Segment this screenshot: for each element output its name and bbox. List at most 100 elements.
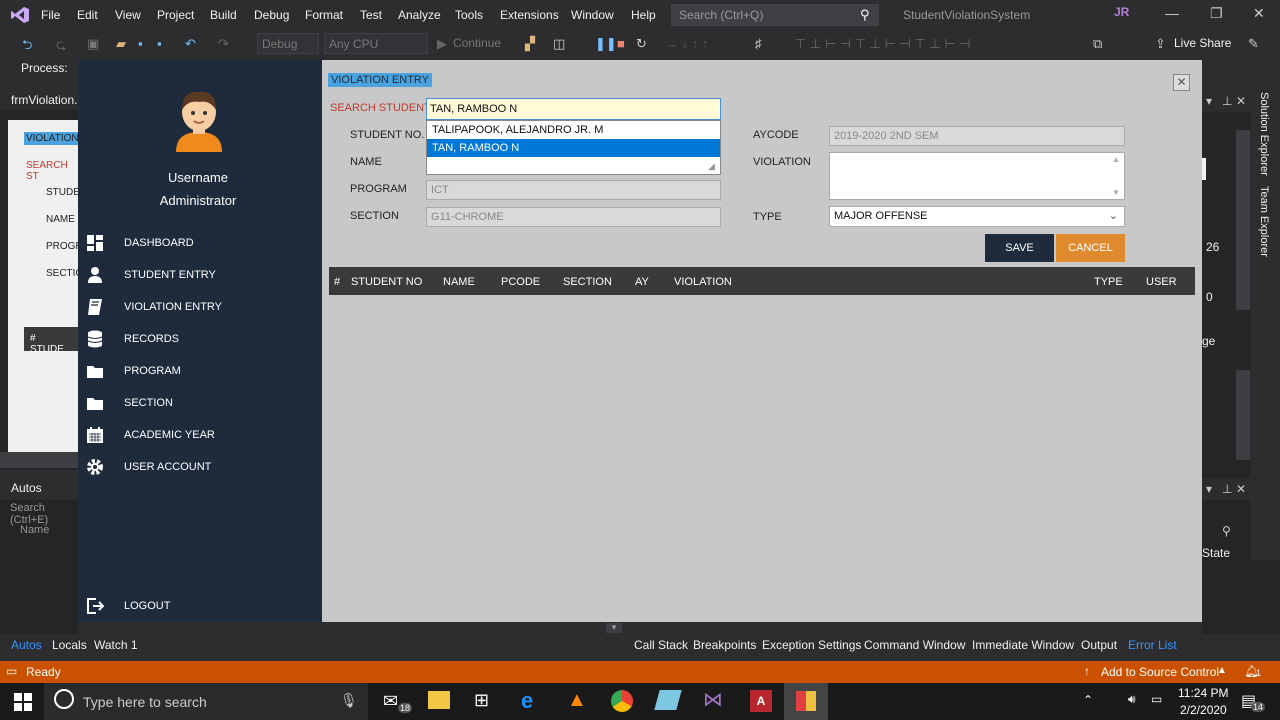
designer-form[interactable]: VIOLATION SEARCH ST STUDE NAME PROGR SEC… — [8, 120, 83, 452]
store-icon[interactable]: ⊞ — [474, 690, 489, 711]
column-header[interactable]: STUDENT NO — [351, 276, 422, 288]
cancel-button[interactable]: CANCEL — [1056, 234, 1125, 262]
windows-start-icon[interactable] — [14, 693, 32, 711]
debug-target-icon[interactable]: ▞ — [525, 36, 535, 52]
minimize-icon[interactable]: — — [1165, 5, 1179, 21]
section-field[interactable]: G11-CHROME — [426, 207, 721, 227]
vs-search-input[interactable]: Search (Ctrl+Q) — [671, 4, 879, 26]
new-project-icon[interactable]: ▣ — [87, 36, 99, 52]
doc-tab[interactable]: frmViolation. — [11, 93, 77, 107]
edge-icon[interactable]: e — [521, 688, 533, 714]
forward-icon[interactable]: ⮎ — [56, 36, 66, 58]
panel-close-icon[interactable]: ✕ — [1236, 94, 1246, 108]
sidebar-item-program[interactable]: PROGRAM — [86, 358, 316, 384]
menu-build[interactable]: Build — [210, 8, 237, 22]
save-all-icon[interactable]: ▪ — [157, 36, 162, 51]
pin-icon[interactable]: ⊥ — [1222, 94, 1232, 108]
access-icon[interactable]: A — [750, 690, 772, 712]
resize-grip-icon[interactable]: ◢ — [708, 161, 715, 172]
aycode-field[interactable]: 2019-2020 2ND SEM — [829, 126, 1125, 146]
user-avatar[interactable]: JR — [1114, 5, 1136, 25]
notepad-icon[interactable] — [654, 690, 682, 710]
column-header[interactable]: NAME — [443, 276, 475, 288]
splitter-handle[interactable]: ▼ — [606, 623, 622, 633]
platform-select[interactable]: Any CPU — [324, 33, 428, 54]
menu-tools[interactable]: Tools — [455, 8, 483, 22]
sidebar-item-logout[interactable]: LOGOUT — [86, 593, 316, 619]
maximize-icon[interactable]: ❐ — [1210, 5, 1223, 22]
visual-studio-logo-icon[interactable] — [10, 6, 30, 24]
chrome-icon[interactable] — [611, 690, 633, 712]
scroll-down-icon[interactable]: ▼ — [1112, 188, 1120, 197]
autocomplete-option[interactable]: TALIPAPOOK, ALEJANDRO JR. M — [427, 121, 720, 139]
config-select[interactable]: Debug — [257, 33, 319, 54]
open-folder-icon[interactable]: ▰ — [116, 36, 126, 52]
pause-icon[interactable]: ❚❚ — [595, 36, 617, 52]
scroll-up-icon[interactable]: ▲ — [1112, 155, 1120, 164]
sidebar-item-section[interactable]: SECTION — [86, 390, 316, 416]
form-close-icon[interactable]: ✕ — [1173, 74, 1190, 91]
sidebar-item-violation-entry[interactable]: VIOLATION ENTRY — [86, 294, 316, 320]
column-header[interactable]: PCODE — [501, 276, 540, 288]
autos-search-input[interactable]: Search (Ctrl+E) — [6, 500, 78, 526]
tab-command-window[interactable]: Command Window — [864, 638, 965, 652]
taskbar-search-input[interactable]: Type here to search — [83, 694, 207, 710]
active-app-slot[interactable] — [784, 683, 828, 720]
sidebar-item-records[interactable]: RECORDS — [86, 326, 316, 352]
dropdown-icon[interactable]: ▾ — [1206, 94, 1212, 108]
restart-icon[interactable]: ↻ — [636, 36, 647, 52]
menu-help[interactable]: Help — [631, 8, 656, 22]
dropdown-icon[interactable]: ▾ — [1206, 482, 1212, 496]
file-explorer-icon[interactable] — [428, 691, 450, 709]
tab-locals[interactable]: Locals — [52, 638, 87, 652]
clock-time[interactable]: 11:24 PM — [1178, 686, 1228, 700]
tab-breakpoints[interactable]: Breakpoints — [693, 638, 756, 652]
stop-icon[interactable]: ■ — [617, 36, 625, 51]
sidebar-item-dashboard[interactable]: DASHBOARD — [86, 230, 316, 256]
search-student-input[interactable]: TAN, RAMBOO N — [426, 98, 721, 120]
network-icon[interactable]: ▭ — [1151, 692, 1162, 706]
align-icons[interactable]: ⊤ ⊥ ⊢ ⊣ ⊤ ⊥ ⊢ ⊣ ⊤ ⊥ ⊢ ⊣ — [795, 36, 971, 52]
column-header[interactable]: # — [334, 276, 340, 288]
menu-analyze[interactable]: Analyze — [398, 8, 441, 22]
sidebar-item-academic-year[interactable]: ACADEMIC YEAR — [86, 422, 316, 448]
save-icon[interactable]: ▪ — [138, 36, 143, 51]
solution-explorer-tab[interactable]: Solution Explorer — [1258, 92, 1270, 176]
tab-output[interactable]: Output — [1081, 638, 1117, 652]
menu-view[interactable]: View — [115, 8, 141, 22]
column-header[interactable]: AY — [635, 276, 649, 288]
menu-format[interactable]: Format — [305, 8, 343, 22]
live-share-button[interactable]: Live Share — [1174, 36, 1231, 50]
layout-icon[interactable]: ⧉ — [1093, 36, 1102, 52]
column-header[interactable]: VIOLATION — [674, 276, 732, 288]
scrollbar[interactable] — [1236, 130, 1250, 310]
tab-watch[interactable]: Watch 1 — [94, 638, 138, 652]
program-field[interactable]: ICT — [426, 180, 721, 200]
search-icon[interactable]: ⚲ — [860, 7, 870, 23]
tab-exception-settings[interactable]: Exception Settings — [762, 638, 861, 652]
pin-icon[interactable]: ⊥ — [1222, 482, 1232, 496]
breakpoint-icon[interactable]: ♯ — [755, 36, 762, 51]
menu-test[interactable]: Test — [360, 8, 382, 22]
step-icons[interactable]: → ↓ ↑ ↑ — [665, 36, 708, 51]
continue-button[interactable]: Continue — [453, 36, 501, 50]
menu-project[interactable]: Project — [157, 8, 194, 22]
autocomplete-option-selected[interactable]: TAN, RAMBOO N — [427, 139, 720, 157]
menu-extensions[interactable]: Extensions — [500, 8, 559, 22]
live-share-icon[interactable]: ⇪ — [1155, 36, 1166, 52]
search-icon[interactable]: ⚲ — [1222, 524, 1231, 538]
mail-icon[interactable]: ✉ — [383, 691, 398, 712]
redo-icon[interactable]: ↷ — [218, 36, 229, 52]
tab-call-stack[interactable]: Call Stack — [634, 638, 688, 652]
save-button[interactable]: SAVE — [985, 234, 1054, 262]
panel-close-icon[interactable]: ✕ — [1236, 482, 1246, 496]
tray-arrow-icon[interactable]: ⌃ — [1083, 693, 1093, 707]
microphone-icon[interactable]: 🎙︎ — [340, 692, 358, 709]
volume-icon[interactable]: 🔊︎ — [1128, 692, 1136, 707]
source-control-button[interactable]: Add to Source Control — [1101, 665, 1219, 679]
column-header[interactable]: USER — [1146, 276, 1177, 288]
tab-error-list[interactable]: Error List — [1128, 638, 1177, 652]
continue-icon[interactable]: ▶ — [437, 36, 447, 52]
close-icon[interactable]: ✕ — [1253, 5, 1265, 22]
visual-studio-taskbar-icon[interactable]: ⋈ — [703, 687, 723, 712]
